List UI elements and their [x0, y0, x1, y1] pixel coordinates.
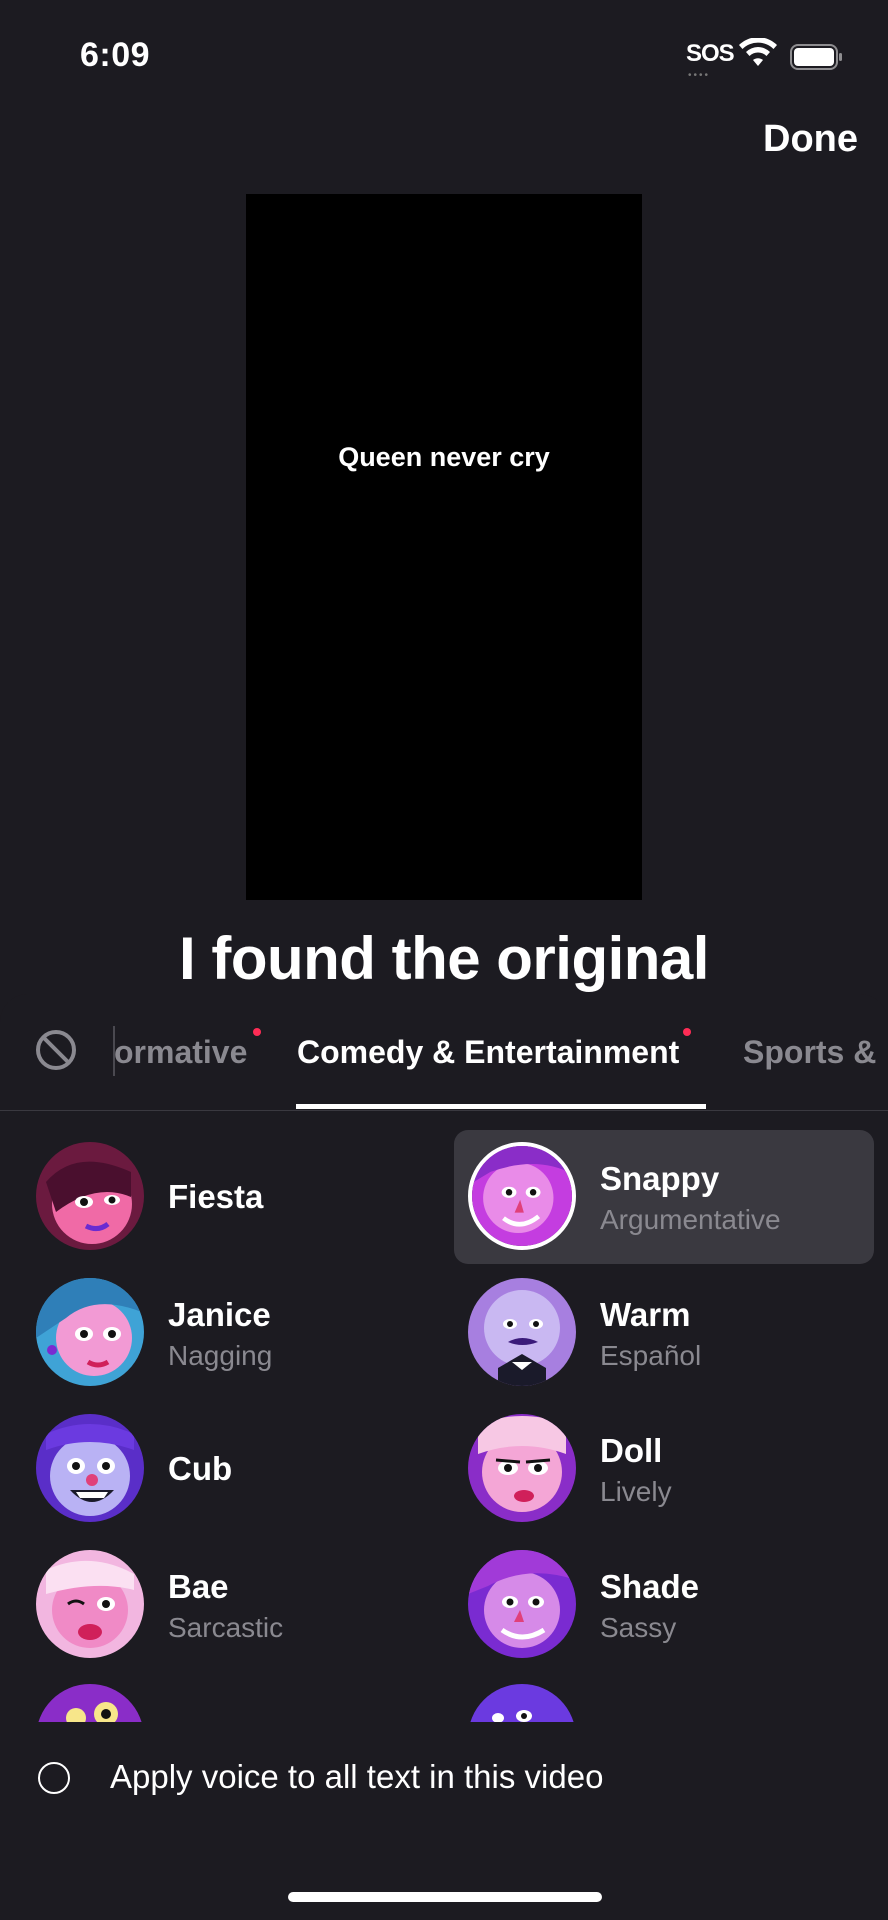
voice-name: Snappy	[600, 1160, 720, 1197]
tab-label: Comedy & Entertainment	[297, 1034, 680, 1070]
voice-name: Janice	[168, 1296, 271, 1333]
partial-avatar-right	[468, 1684, 576, 1726]
voice-subtitle: Nagging	[168, 1340, 273, 1371]
tab-sports[interactable]: Sports &	[743, 1034, 876, 1071]
preview-caption: Queen never cry	[338, 442, 550, 472]
voice-item-fiesta[interactable]: Fiesta	[22, 1130, 442, 1264]
apply-all-label[interactable]: Apply voice to all text in this video	[110, 1758, 603, 1796]
voice-subtitle: Sassy	[600, 1612, 677, 1643]
status-time: 6:09	[80, 36, 151, 74]
shade-avatar	[468, 1550, 576, 1658]
voice-subtitle: Argumentative	[600, 1204, 781, 1235]
active-tab-indicator	[296, 1104, 706, 1109]
voice-item-shade[interactable]: Shade Sassy	[454, 1538, 874, 1672]
new-badge	[683, 1028, 692, 1036]
video-preview: Queen never cry	[246, 194, 642, 900]
voice-name: Bae	[168, 1568, 229, 1605]
tab-label: Sports &	[743, 1034, 877, 1070]
voice-name: Fiesta	[168, 1178, 264, 1215]
signal-dots-icon: ••••	[688, 70, 711, 81]
voice-item-snappy[interactable]: Snappy Argumentative	[454, 1130, 874, 1264]
apply-all-row[interactable]: Apply voice to all text in this video	[0, 1740, 888, 1830]
voice-name: Cub	[168, 1450, 233, 1487]
tab-informative[interactable]: ormative	[114, 1028, 262, 1071]
janice-avatar	[36, 1278, 144, 1386]
snappy-avatar	[468, 1142, 576, 1250]
bae-avatar	[36, 1550, 144, 1658]
partial-avatar-left	[36, 1684, 144, 1726]
voice-item-bae[interactable]: Bae Sarcastic	[22, 1538, 442, 1672]
home-indicator	[288, 1892, 602, 1902]
doll-avatar	[468, 1414, 576, 1522]
tab-comedy-entertainment[interactable]: Comedy & Entertainment	[297, 1028, 692, 1071]
status-bar: 6:09 SOS ••••	[0, 0, 888, 110]
no-voice-icon[interactable]	[34, 1028, 78, 1072]
voice-item-doll[interactable]: Doll Lively	[454, 1402, 874, 1536]
voice-item-janice[interactable]: Janice Nagging	[22, 1266, 442, 1400]
battery-icon	[790, 44, 842, 70]
voice-name: Doll	[600, 1432, 663, 1469]
cub-avatar	[36, 1414, 144, 1522]
voice-subtitle: Sarcastic	[168, 1612, 284, 1643]
wifi-icon	[739, 38, 777, 66]
tab-label: ormative	[114, 1034, 248, 1070]
apply-all-checkbox[interactable]	[38, 1762, 70, 1794]
fiesta-avatar	[36, 1142, 144, 1250]
voice-item-warm[interactable]: Warm Español	[454, 1266, 874, 1400]
voice-subtitle: Español	[600, 1340, 702, 1371]
new-badge	[253, 1028, 262, 1036]
voice-name: Warm	[600, 1296, 691, 1333]
voice-item-cub[interactable]: Cub	[22, 1402, 442, 1536]
voice-name: Shade	[600, 1568, 700, 1605]
done-button[interactable]: Done	[763, 118, 858, 161]
warm-avatar	[468, 1278, 576, 1386]
overlay-text[interactable]: I found the original	[0, 924, 888, 993]
voice-subtitle: Lively	[600, 1476, 672, 1507]
sos-indicator: SOS	[686, 40, 735, 67]
category-tabs: ormative Comedy & Entertainment Sports &	[0, 994, 888, 1111]
